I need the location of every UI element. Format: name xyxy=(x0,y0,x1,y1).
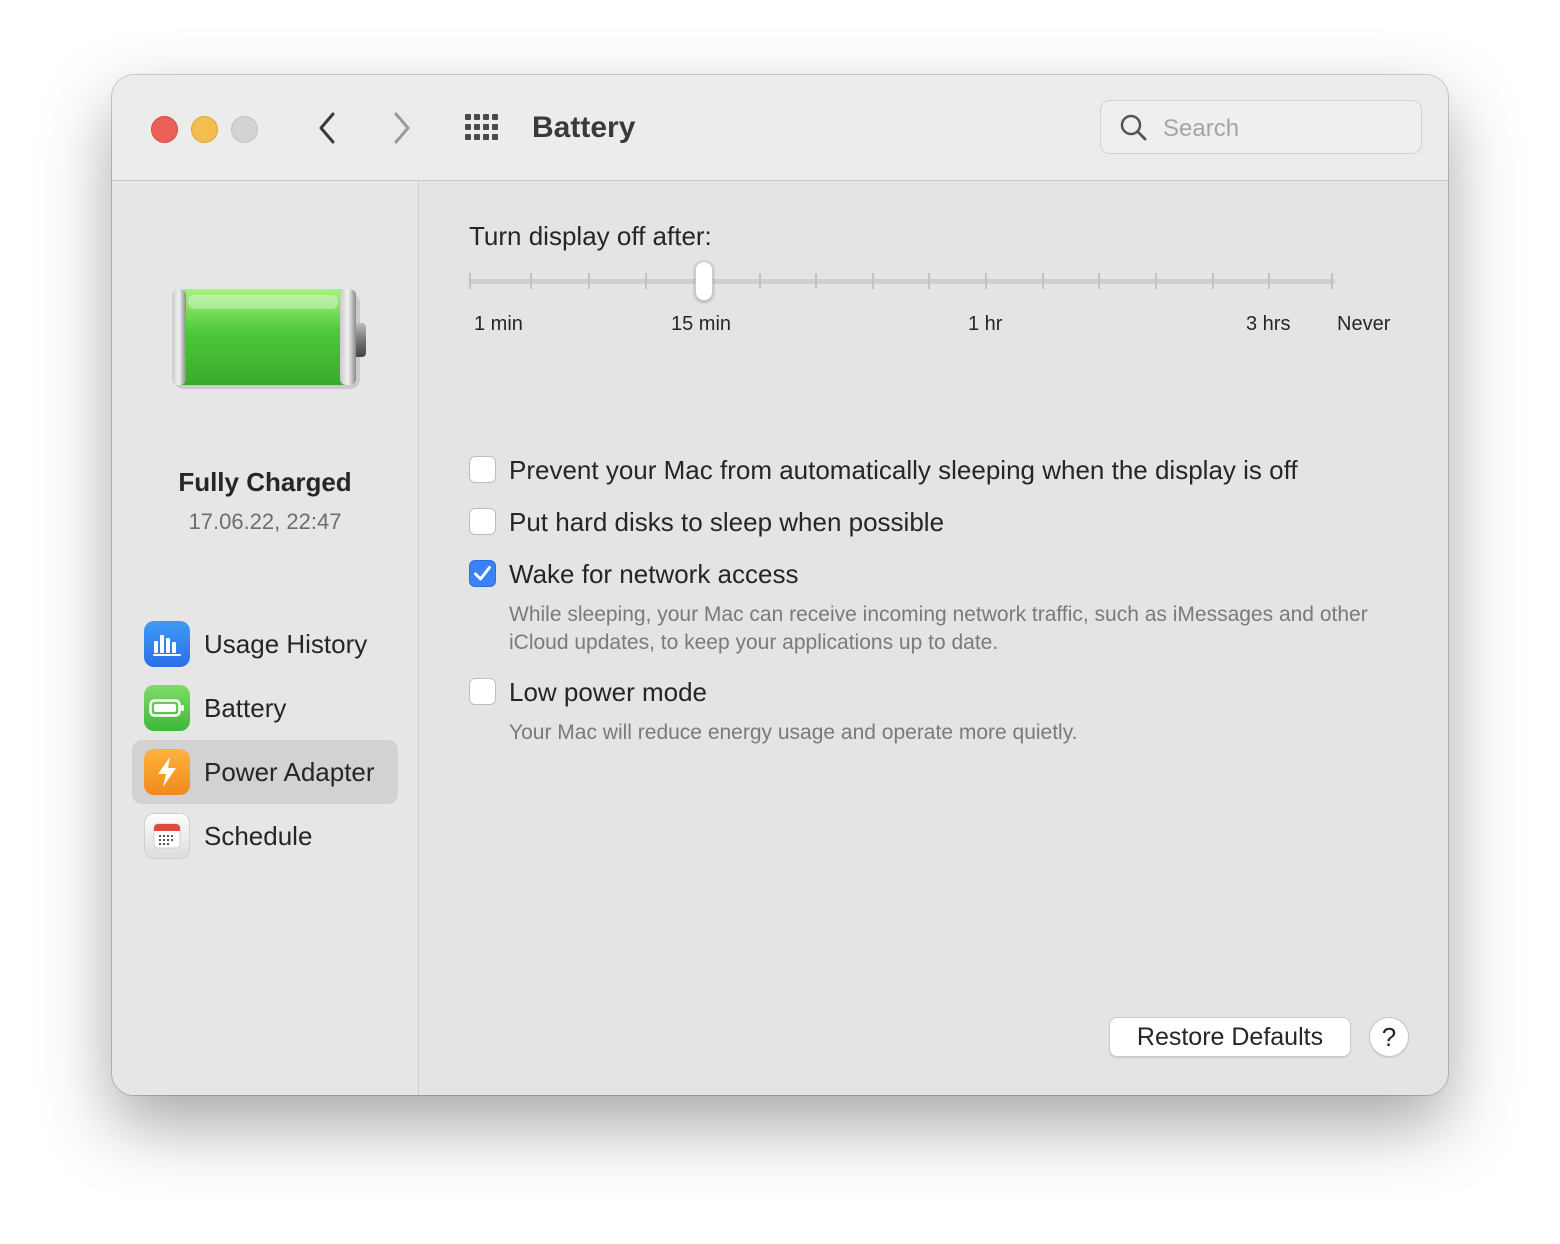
search-input[interactable] xyxy=(1161,111,1405,147)
battery-status-time: 17.06.22, 22:47 xyxy=(188,509,342,534)
help-button[interactable]: ? xyxy=(1369,1017,1409,1057)
slider-tick xyxy=(872,273,874,289)
chevron-left-icon xyxy=(319,112,335,144)
search-field[interactable] xyxy=(1100,100,1422,154)
sidebar-item-label: Battery xyxy=(204,692,287,723)
disk-sleep-checkbox[interactable] xyxy=(469,508,496,535)
option-label: Put hard disks to sleep when possible xyxy=(509,507,945,537)
slider-tick-label: Never xyxy=(1337,313,1391,335)
slider-tick xyxy=(645,273,647,289)
search-icon xyxy=(1120,114,1147,141)
restore-defaults-button[interactable]: Restore Defaults xyxy=(1109,1017,1351,1057)
sidebar: Fully Charged 17.06.22, 22:47 Usage Hist… xyxy=(112,181,419,1095)
sidebar-item-label: Usage History xyxy=(204,628,368,659)
sidebar-item-label: Schedule xyxy=(204,820,313,851)
display-off-label: Turn display off after: xyxy=(469,221,712,251)
slider-tick xyxy=(1042,273,1044,289)
slider-tick xyxy=(469,273,471,289)
power-adapter-pane: Turn display off after: 1 min 15 min 1 h… xyxy=(419,181,1448,1095)
slider-tick-label: 3 hrs xyxy=(1246,313,1291,335)
battery-icon xyxy=(144,685,190,731)
slider-tick xyxy=(1212,273,1214,289)
sidebar-item-power-adapter[interactable]: Power Adapter xyxy=(132,740,398,804)
slider-tick xyxy=(1155,273,1157,289)
slider-tick-label: 1 hr xyxy=(968,313,1003,335)
slider-tick xyxy=(759,273,761,289)
wake-network-checkbox[interactable] xyxy=(469,560,496,587)
option-description: While sleeping, your Mac can receive inc… xyxy=(509,603,1368,654)
chevron-right-icon xyxy=(394,112,410,144)
battery-level-icon xyxy=(172,289,366,389)
display-off-slider-track[interactable] xyxy=(469,279,1335,284)
title-bar: Battery xyxy=(112,75,1448,181)
option-label: Prevent your Mac from automatically slee… xyxy=(509,455,1298,485)
preferences-window: Battery Search Fully Charged 17.06.22, 2… xyxy=(112,75,1448,1095)
slider-tick xyxy=(1331,273,1333,289)
battery-status-title: Fully Charged xyxy=(178,467,352,497)
prevent-sleep-checkbox[interactable] xyxy=(469,456,496,483)
bar-chart-icon xyxy=(144,621,190,667)
sidebar-item-usage-history[interactable]: Usage History xyxy=(132,612,398,676)
slider-tick xyxy=(588,273,590,289)
back-button[interactable] xyxy=(310,108,344,148)
lightning-bolt-icon xyxy=(144,749,190,795)
slider-tick xyxy=(530,273,532,289)
grid-icon xyxy=(465,114,498,140)
sidebar-item-schedule[interactable]: Schedule xyxy=(132,804,398,868)
forward-button[interactable] xyxy=(385,108,419,148)
checkmark-icon xyxy=(474,566,491,581)
slider-tick xyxy=(928,273,930,289)
option-label: Wake for network access xyxy=(509,559,799,589)
slider-tick xyxy=(1098,273,1100,289)
slider-tick xyxy=(985,273,987,289)
slider-tick xyxy=(1268,273,1270,289)
option-label: Low power mode xyxy=(509,677,707,707)
slider-tick xyxy=(815,273,817,289)
calendar-icon xyxy=(144,813,190,859)
window-title: Battery xyxy=(532,111,636,144)
minimize-button[interactable] xyxy=(191,116,218,143)
show-all-button[interactable] xyxy=(462,111,504,145)
option-description: Your Mac will reduce energy usage and op… xyxy=(509,721,1078,744)
sidebar-item-label: Power Adapter xyxy=(204,756,375,787)
close-button[interactable] xyxy=(151,116,178,143)
slider-tick-label: 15 min xyxy=(671,313,732,335)
zoom-button[interactable] xyxy=(231,116,258,143)
slider-tick-label: 1 min xyxy=(474,313,523,335)
low-power-checkbox[interactable] xyxy=(469,678,496,705)
display-off-slider-thumb[interactable] xyxy=(695,261,713,301)
sidebar-item-battery[interactable]: Battery xyxy=(132,676,398,740)
